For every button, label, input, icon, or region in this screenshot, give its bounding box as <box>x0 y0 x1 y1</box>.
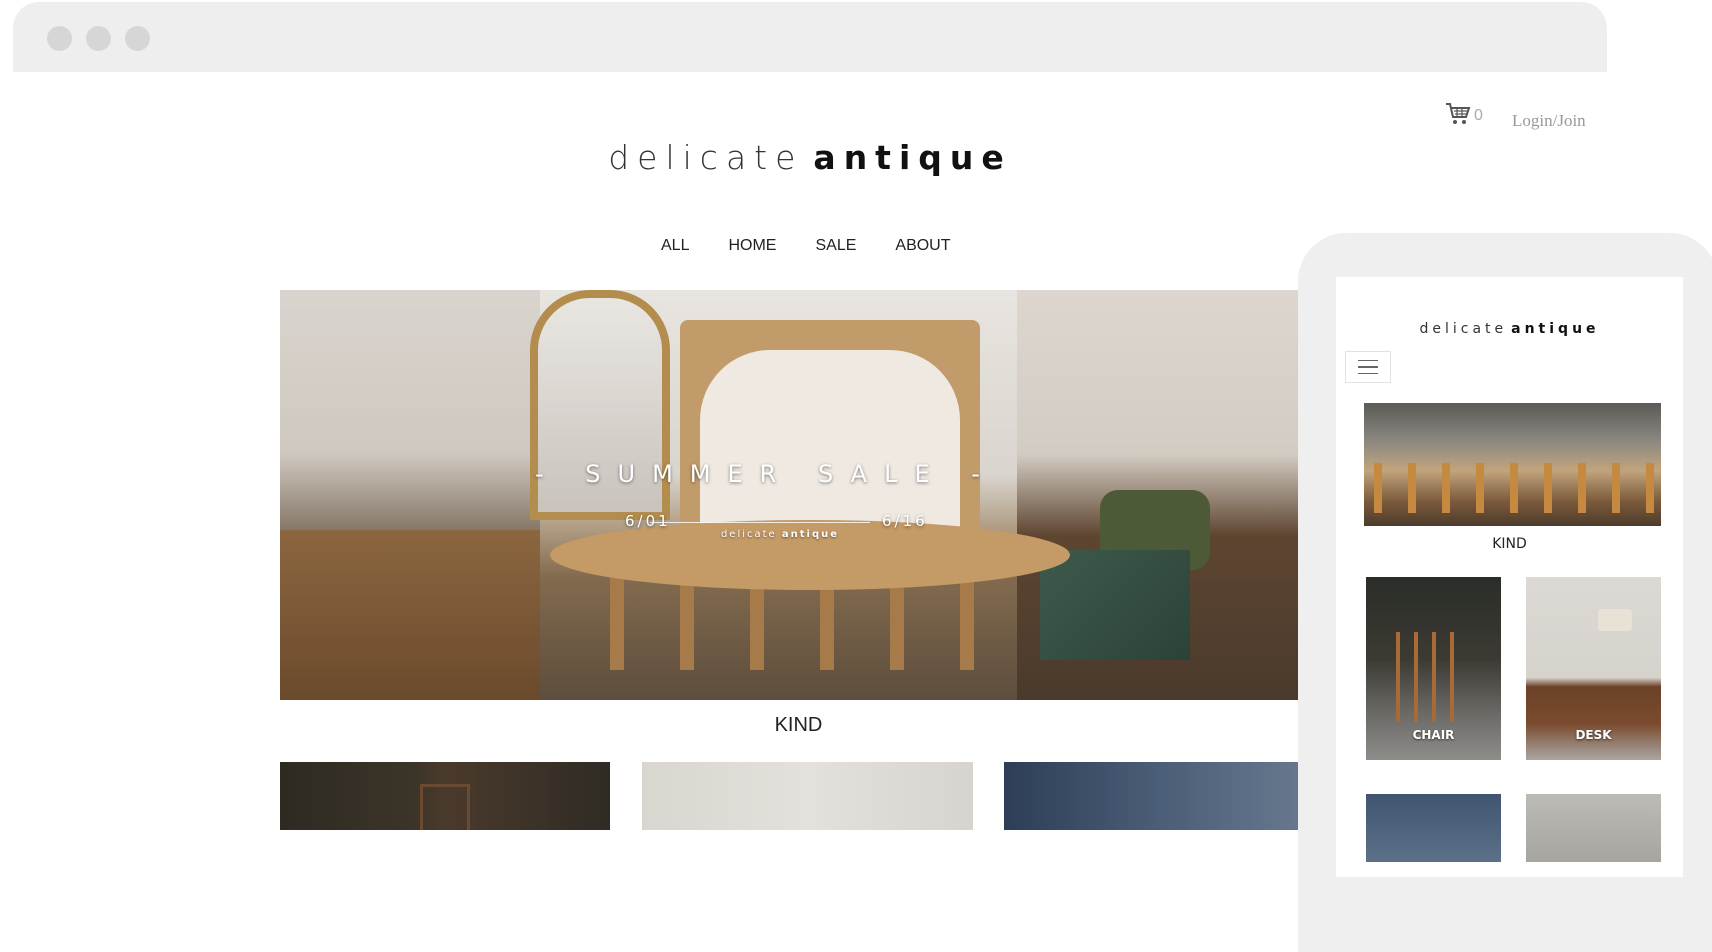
mobile-card-desk-label: DESK <box>1575 728 1612 742</box>
hamburger-menu-icon[interactable] <box>1345 351 1391 383</box>
mobile-hero-chairs <box>1374 463 1654 513</box>
shopping-cart-icon <box>1446 103 1471 124</box>
mobile-card-third[interactable] <box>1366 794 1501 862</box>
nav-item-home[interactable]: HOME <box>728 237 776 255</box>
logo-text-bold: antique <box>813 138 1012 177</box>
window-control-dot[interactable] <box>47 26 72 51</box>
site-logo[interactable]: delicate antique <box>13 138 1607 177</box>
kind-thumbnail-blue[interactable] <box>1004 762 1317 830</box>
nav-item-all[interactable]: ALL <box>661 237 689 255</box>
hero-date-divider <box>650 522 870 523</box>
hero-photo-desk <box>280 530 540 700</box>
hero-brand-light: delicate <box>720 529 777 540</box>
mockup-stage: 0 Login/Join delicate antique ALL HOME SA… <box>0 0 1712 952</box>
hero-photo-marble-table <box>1040 550 1190 660</box>
mobile-logo-light: delicate <box>1419 321 1508 337</box>
thumbnail-chair-shape <box>420 784 470 830</box>
kind-thumbnail-desk[interactable] <box>642 762 973 830</box>
kind-thumbnail-chair[interactable] <box>280 762 610 830</box>
mobile-screen: delicate antique KIND CHAIR DESK <box>1336 277 1683 877</box>
window-control-dot[interactable] <box>86 26 111 51</box>
mobile-card-chair-label: CHAIR <box>1412 728 1455 742</box>
browser-title-bar <box>13 2 1607 72</box>
mobile-card-chair[interactable]: CHAIR <box>1366 577 1501 760</box>
login-join-link[interactable]: Login/Join <box>1512 111 1586 131</box>
mobile-card-lamp-shape <box>1598 609 1632 631</box>
main-nav: ALL HOME SALE ABOUT <box>661 237 990 255</box>
hero-brand-mark: delicate antique <box>720 529 840 540</box>
hero-sale-title: - SUMMER SALE - <box>535 460 997 488</box>
kind-section-heading: KIND <box>774 714 823 736</box>
logo-text-light: delicate <box>608 138 804 177</box>
mobile-hero-image[interactable] <box>1364 403 1661 526</box>
cart-button[interactable]: 0 <box>1445 102 1483 126</box>
mobile-card-fourth[interactable] <box>1526 794 1661 862</box>
mobile-kind-heading: KIND <box>1492 536 1527 552</box>
hero-date-start: 6/01 <box>625 512 671 530</box>
hero-banner[interactable]: - SUMMER SALE - 6/01 6/16 delicate antiq… <box>280 290 1317 700</box>
mobile-logo-bold: antique <box>1511 321 1600 337</box>
nav-item-sale[interactable]: SALE <box>815 237 856 255</box>
hero-date-end: 6/16 <box>882 512 928 530</box>
nav-item-about[interactable]: ABOUT <box>895 237 950 255</box>
cart-count: 0 <box>1474 107 1483 124</box>
hero-brand-bold: antique <box>781 529 840 540</box>
window-control-dot[interactable] <box>125 26 150 51</box>
mobile-card-desk[interactable]: DESK <box>1526 577 1661 760</box>
mobile-card-chair-shape <box>1396 632 1466 722</box>
mobile-logo[interactable]: delicate antique <box>1336 321 1683 337</box>
